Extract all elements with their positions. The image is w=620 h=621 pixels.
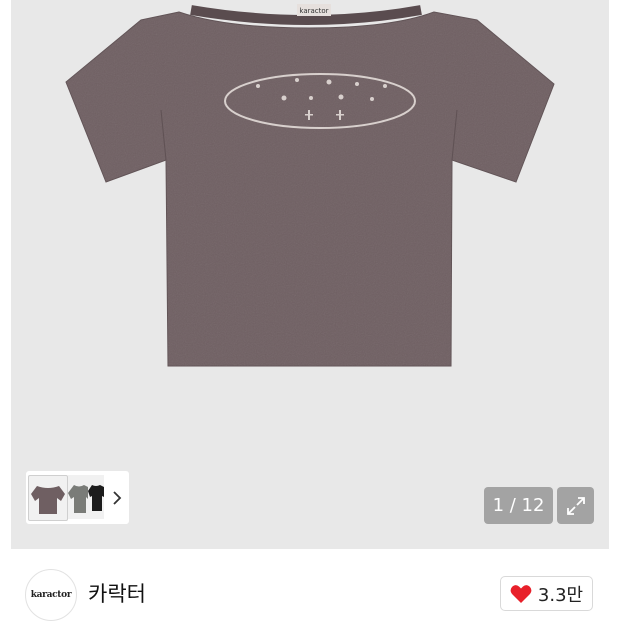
expand-image-button[interactable]: [557, 487, 594, 524]
chevron-right-icon: [113, 490, 122, 505]
like-count: 3.3만: [537, 584, 584, 606]
grey-tee-thumb-icon: [68, 485, 88, 513]
thumbnail-next-button[interactable]: [105, 471, 129, 524]
brand-logo-text: karactor: [30, 590, 72, 600]
brand-name[interactable]: 카락터: [88, 578, 146, 608]
black-tee-thumb-icon: [88, 485, 104, 511]
image-counter-text: 1 / 12: [492, 495, 545, 516]
t-shirt: karactor: [65, 4, 555, 367]
image-counter: 1 / 12: [484, 487, 553, 524]
svg-text:karactor: karactor: [299, 7, 328, 15]
product-image: karactor: [65, 4, 555, 367]
thumbnail-purple-tee[interactable]: [28, 475, 68, 521]
like-button[interactable]: 3.3만: [500, 576, 593, 611]
heart-icon: [510, 584, 532, 603]
brand-logo[interactable]: karactor: [25, 569, 77, 621]
brand-row: karactor 카락터 3.3만: [0, 550, 620, 621]
thumbnail-black-tee[interactable]: [88, 475, 104, 519]
purple-tee-thumb-icon: [31, 486, 65, 514]
thumbnail-grey-tee[interactable]: [68, 475, 88, 519]
thumbnail-strip: [26, 471, 129, 524]
product-image-gallery[interactable]: karactor 1 / 12: [11, 0, 609, 549]
expand-icon: [566, 496, 585, 515]
